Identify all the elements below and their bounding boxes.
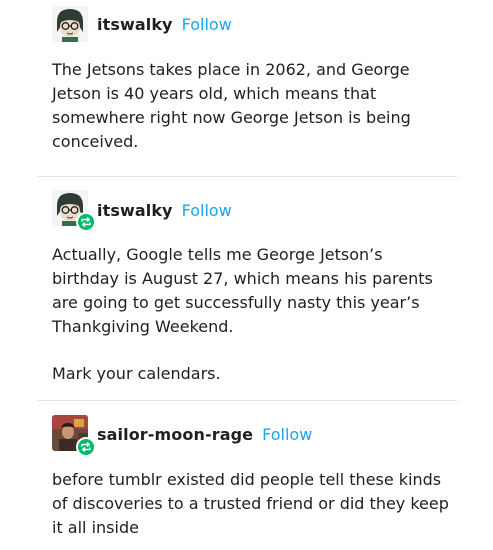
post-body-text: The Jetsons takes place in 2062, and Geo…: [52, 60, 411, 151]
comic-character-avatar-icon: [52, 6, 88, 42]
post-header: itswalky Follow: [97, 4, 232, 44]
avatar[interactable]: [52, 6, 88, 42]
reblog-badge: [76, 437, 96, 457]
divider: [37, 176, 457, 177]
follow-button[interactable]: Follow: [182, 15, 232, 34]
username[interactable]: itswalky: [97, 15, 173, 34]
post-body-text: Actually, Google tells me George Jetson’…: [52, 245, 433, 336]
post-body-text: Mark your calendars.: [52, 364, 221, 383]
reblog-icon: [81, 442, 91, 452]
username[interactable]: itswalky: [97, 201, 173, 220]
post-header: itswalky Follow: [97, 190, 232, 230]
divider: [37, 400, 457, 401]
username[interactable]: sailor-moon-rage: [97, 425, 253, 444]
post-body-text: before tumblr existed did people tell th…: [52, 470, 449, 537]
follow-button[interactable]: Follow: [262, 425, 312, 444]
follow-button[interactable]: Follow: [182, 201, 232, 220]
post-header: sailor-moon-rage Follow: [97, 414, 312, 454]
reblog-icon: [81, 217, 91, 227]
reblog-badge: [76, 212, 96, 232]
